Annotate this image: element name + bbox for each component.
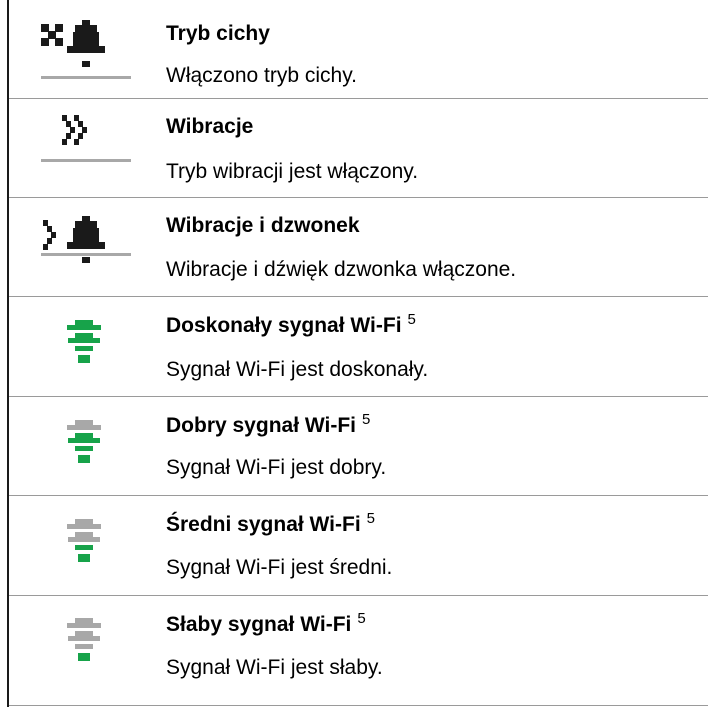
wifi-excellent-icon — [29, 320, 139, 370]
row-title: Wibracje — [166, 115, 254, 138]
row-description: Włączono tryb cichy. — [166, 64, 357, 87]
row-title: Średni sygnał Wi-Fi 5 — [166, 510, 376, 536]
row-description: Wibracje i dźwięk dzwonka włączone. — [166, 258, 517, 281]
row-description: Sygnał Wi-Fi jest słaby. — [166, 656, 383, 679]
row-title: Tryb cichy — [166, 22, 270, 45]
table-row: Słaby sygnał Wi-Fi 5 Sygnał Wi-Fi jest sł… — [9, 596, 708, 706]
wifi-good-icon — [29, 420, 139, 470]
icon-table: Tryb cichy Włączono tryb cichy. Wibracje… — [9, 0, 708, 706]
row-description: Sygnał Wi-Fi jest dobry. — [166, 456, 387, 479]
table-row: Dobry sygnał Wi-Fi 5 Sygnał Wi-Fi jest do… — [9, 397, 708, 496]
row-title: Doskonały sygnał Wi-Fi 5 — [166, 311, 416, 337]
row-description: Sygnał Wi-Fi jest doskonały. — [166, 358, 429, 381]
row-title: Wibracje i dzwonek — [166, 214, 360, 237]
wifi-weak-icon — [29, 618, 139, 668]
row-description: Tryb wibracji jest włączony. — [166, 160, 419, 183]
table-row: Tryb cichy Włączono tryb cichy. — [9, 0, 708, 99]
vibrate-and-ring-icon — [29, 212, 139, 274]
row-title: Słaby sygnał Wi-Fi 5 — [166, 610, 366, 636]
table-row: Średni sygnał Wi-Fi 5 Sygnał Wi-Fi jest ś… — [9, 496, 708, 596]
table-row: Wibracje Tryb wibracji jest włączony. — [9, 99, 708, 198]
silent-mode-icon — [29, 20, 139, 82]
table-row: Wibracje i dzwonek Wibracje i dźwięk dzw… — [9, 198, 708, 297]
table-row: Doskonały sygnał Wi-Fi 5 Sygnał Wi-Fi jes… — [9, 297, 708, 397]
vibrate-icon — [29, 113, 139, 175]
row-description: Sygnał Wi-Fi jest średni. — [166, 556, 393, 579]
wifi-medium-icon — [29, 519, 139, 569]
row-title: Dobry sygnał Wi-Fi 5 — [166, 411, 371, 437]
